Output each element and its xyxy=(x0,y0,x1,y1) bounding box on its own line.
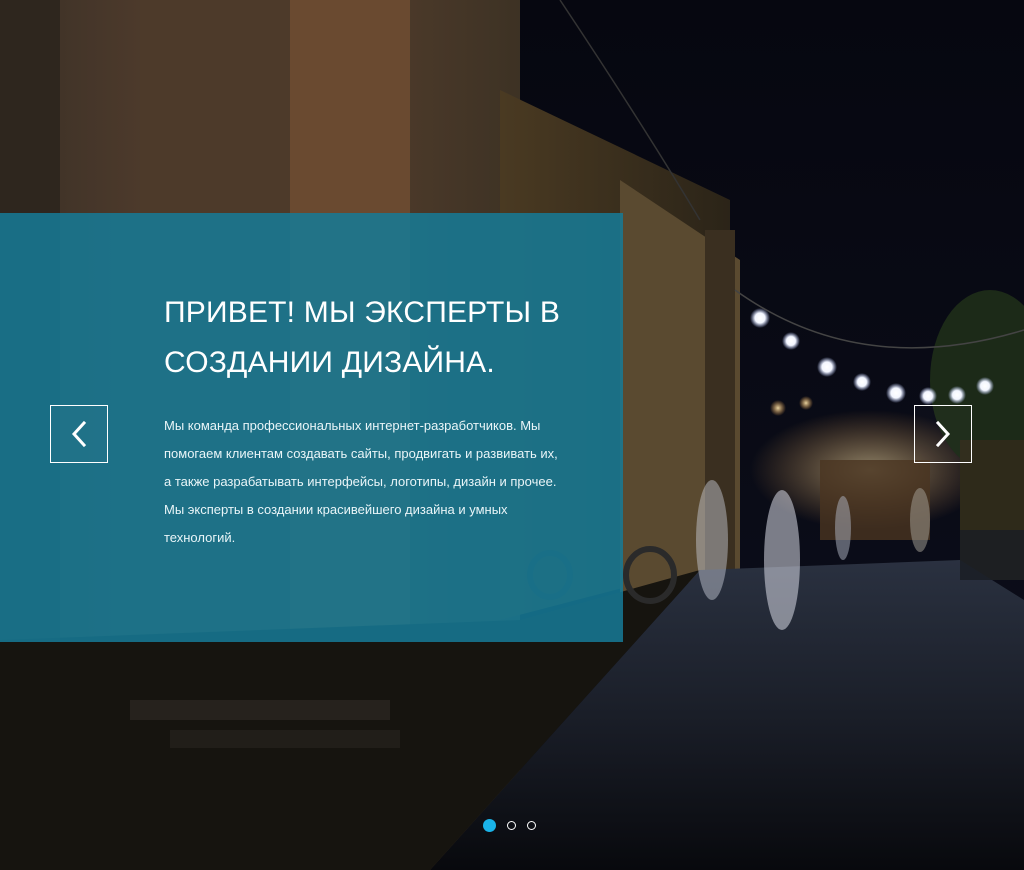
pagination-dot-3[interactable] xyxy=(527,821,536,830)
hero-slider: ПРИВЕТ! МЫ ЭКСПЕРТЫ В СОЗДАНИИ ДИЗАЙНА. … xyxy=(0,0,1024,870)
next-slide-button[interactable] xyxy=(914,405,972,463)
slide-description: Мы команда профессиональных интернет-раз… xyxy=(164,418,558,545)
pagination-dot-1[interactable] xyxy=(483,819,496,832)
slide-title: ПРИВЕТ! МЫ ЭКСПЕРТЫ В СОЗДАНИИ ДИЗАЙНА. xyxy=(164,296,561,379)
chevron-left-icon xyxy=(71,421,87,447)
slider-pagination xyxy=(483,819,536,832)
prev-slide-button[interactable] xyxy=(50,405,108,463)
pagination-dot-2[interactable] xyxy=(507,821,516,830)
chevron-right-icon xyxy=(935,421,951,447)
